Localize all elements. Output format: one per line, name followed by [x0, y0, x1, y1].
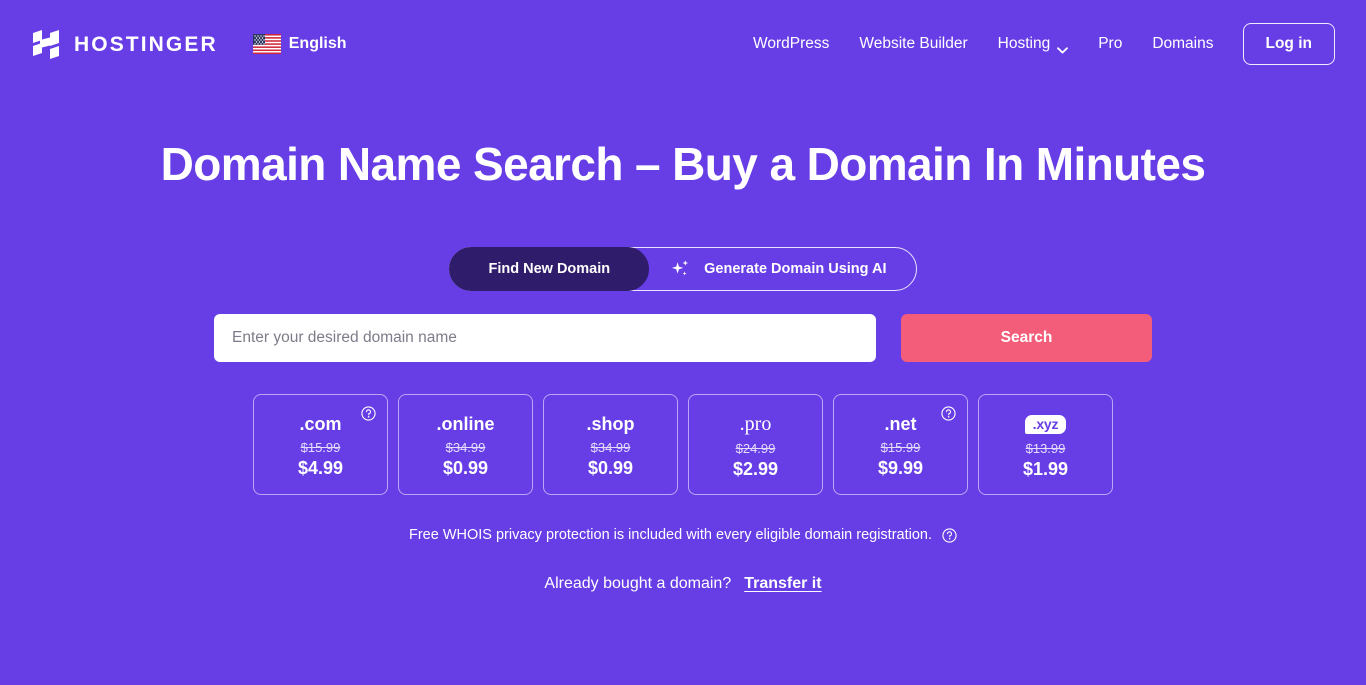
tld-card-shop[interactable]: .shop $34.99 $0.99 — [543, 394, 678, 496]
tld-card-pro[interactable]: .pro $24.99 $2.99 — [688, 394, 823, 496]
nav-item-label: Domains — [1152, 35, 1214, 52]
tld-price-cards: .com $15.99 $4.99 .online $34.99 $0.99 .… — [0, 394, 1366, 496]
tld-card-net[interactable]: .net $15.99 $9.99 — [833, 394, 968, 496]
nav-item-wordpress[interactable]: WordPress — [738, 27, 844, 61]
tld-new-price: $0.99 — [442, 458, 489, 479]
tld-new-price: $9.99 — [877, 458, 924, 479]
tld-old-price: $15.99 — [880, 440, 921, 456]
login-button[interactable]: Log in — [1242, 23, 1335, 65]
tld-card-online[interactable]: .online $34.99 $0.99 — [398, 394, 533, 496]
language-label: English — [288, 35, 347, 52]
question-circle-icon[interactable] — [942, 528, 957, 543]
nav-item-hosting[interactable]: Hosting — [983, 27, 1084, 61]
tld-old-price: $34.99 — [590, 440, 631, 456]
tld-card-xyz[interactable]: .xyz $13.99 $1.99 — [978, 394, 1113, 496]
tld-new-price: $4.99 — [297, 458, 344, 479]
tld-new-price: $2.99 — [732, 459, 779, 480]
whois-note-text: Free WHOIS privacy protection is include… — [408, 527, 933, 544]
nav-item-label: Website Builder — [859, 35, 968, 52]
hero-section: Domain Name Search – Buy a Domain In Min… — [0, 88, 1366, 593]
main-navigation: WordPress Website Builder Hosting Pro Do… — [738, 23, 1335, 65]
brand-wordmark: HOSTINGER — [74, 32, 218, 56]
nav-item-label: Pro — [1098, 35, 1123, 52]
transfer-prompt: Already bought a domain? Transfer it — [0, 575, 1366, 593]
brand-logo[interactable]: HOSTINGER — [31, 29, 218, 60]
search-button[interactable]: Search — [901, 314, 1152, 363]
tld-name: .online — [436, 414, 495, 435]
transfer-prompt-text: Already bought a domain? — [544, 575, 732, 593]
site-header: HOSTINGER English WordPress Website Buil… — [0, 0, 1366, 88]
chevron-down-icon — [1057, 41, 1069, 53]
tld-new-price: $0.99 — [587, 458, 634, 479]
sparkle-icon — [670, 258, 692, 280]
language-selector[interactable]: English — [252, 34, 347, 54]
tab-generate-domain-using-ai[interactable]: Generate Domain Using AI — [648, 248, 915, 290]
domain-search-row: Search — [0, 314, 1366, 363]
nav-item-label: WordPress — [753, 35, 830, 52]
tld-old-price: $15.99 — [300, 440, 341, 456]
tld-name: .net — [884, 414, 917, 435]
hostinger-h-logo-icon — [31, 29, 61, 60]
tld-new-price: $1.99 — [1022, 458, 1069, 479]
question-circle-icon[interactable] — [361, 406, 376, 422]
tld-name: .pro — [739, 413, 772, 436]
nav-item-domains[interactable]: Domains — [1137, 27, 1228, 61]
nav-item-website-builder[interactable]: Website Builder — [844, 27, 982, 61]
search-input[interactable] — [214, 314, 876, 363]
page-title: Domain Name Search – Buy a Domain In Min… — [160, 138, 1206, 190]
tld-name: .shop — [586, 414, 635, 435]
nav-item-label: Hosting — [997, 35, 1051, 52]
question-circle-icon[interactable] — [941, 406, 956, 422]
tld-old-price: $13.99 — [1025, 440, 1066, 456]
tld-name: .xyz — [1024, 414, 1067, 434]
tld-old-price: $34.99 — [445, 440, 486, 456]
transfer-link[interactable]: Transfer it — [744, 575, 821, 593]
whois-note: Free WHOIS privacy protection is include… — [0, 527, 1366, 543]
us-flag-icon — [252, 34, 281, 54]
tab-label: Find New Domain — [488, 261, 611, 278]
search-mode-tabs: Find New Domain Generate Domain Using AI — [449, 247, 917, 292]
nav-item-pro[interactable]: Pro — [1083, 27, 1137, 61]
search-mode-tabs-wrapper: Find New Domain Generate Domain Using AI — [0, 247, 1366, 292]
tld-name: .com — [299, 414, 342, 435]
tab-label: Generate Domain Using AI — [704, 261, 887, 278]
tld-card-com[interactable]: .com $15.99 $4.99 — [253, 394, 388, 496]
tld-old-price: $24.99 — [735, 441, 776, 457]
tab-find-new-domain[interactable]: Find New Domain — [449, 247, 650, 292]
